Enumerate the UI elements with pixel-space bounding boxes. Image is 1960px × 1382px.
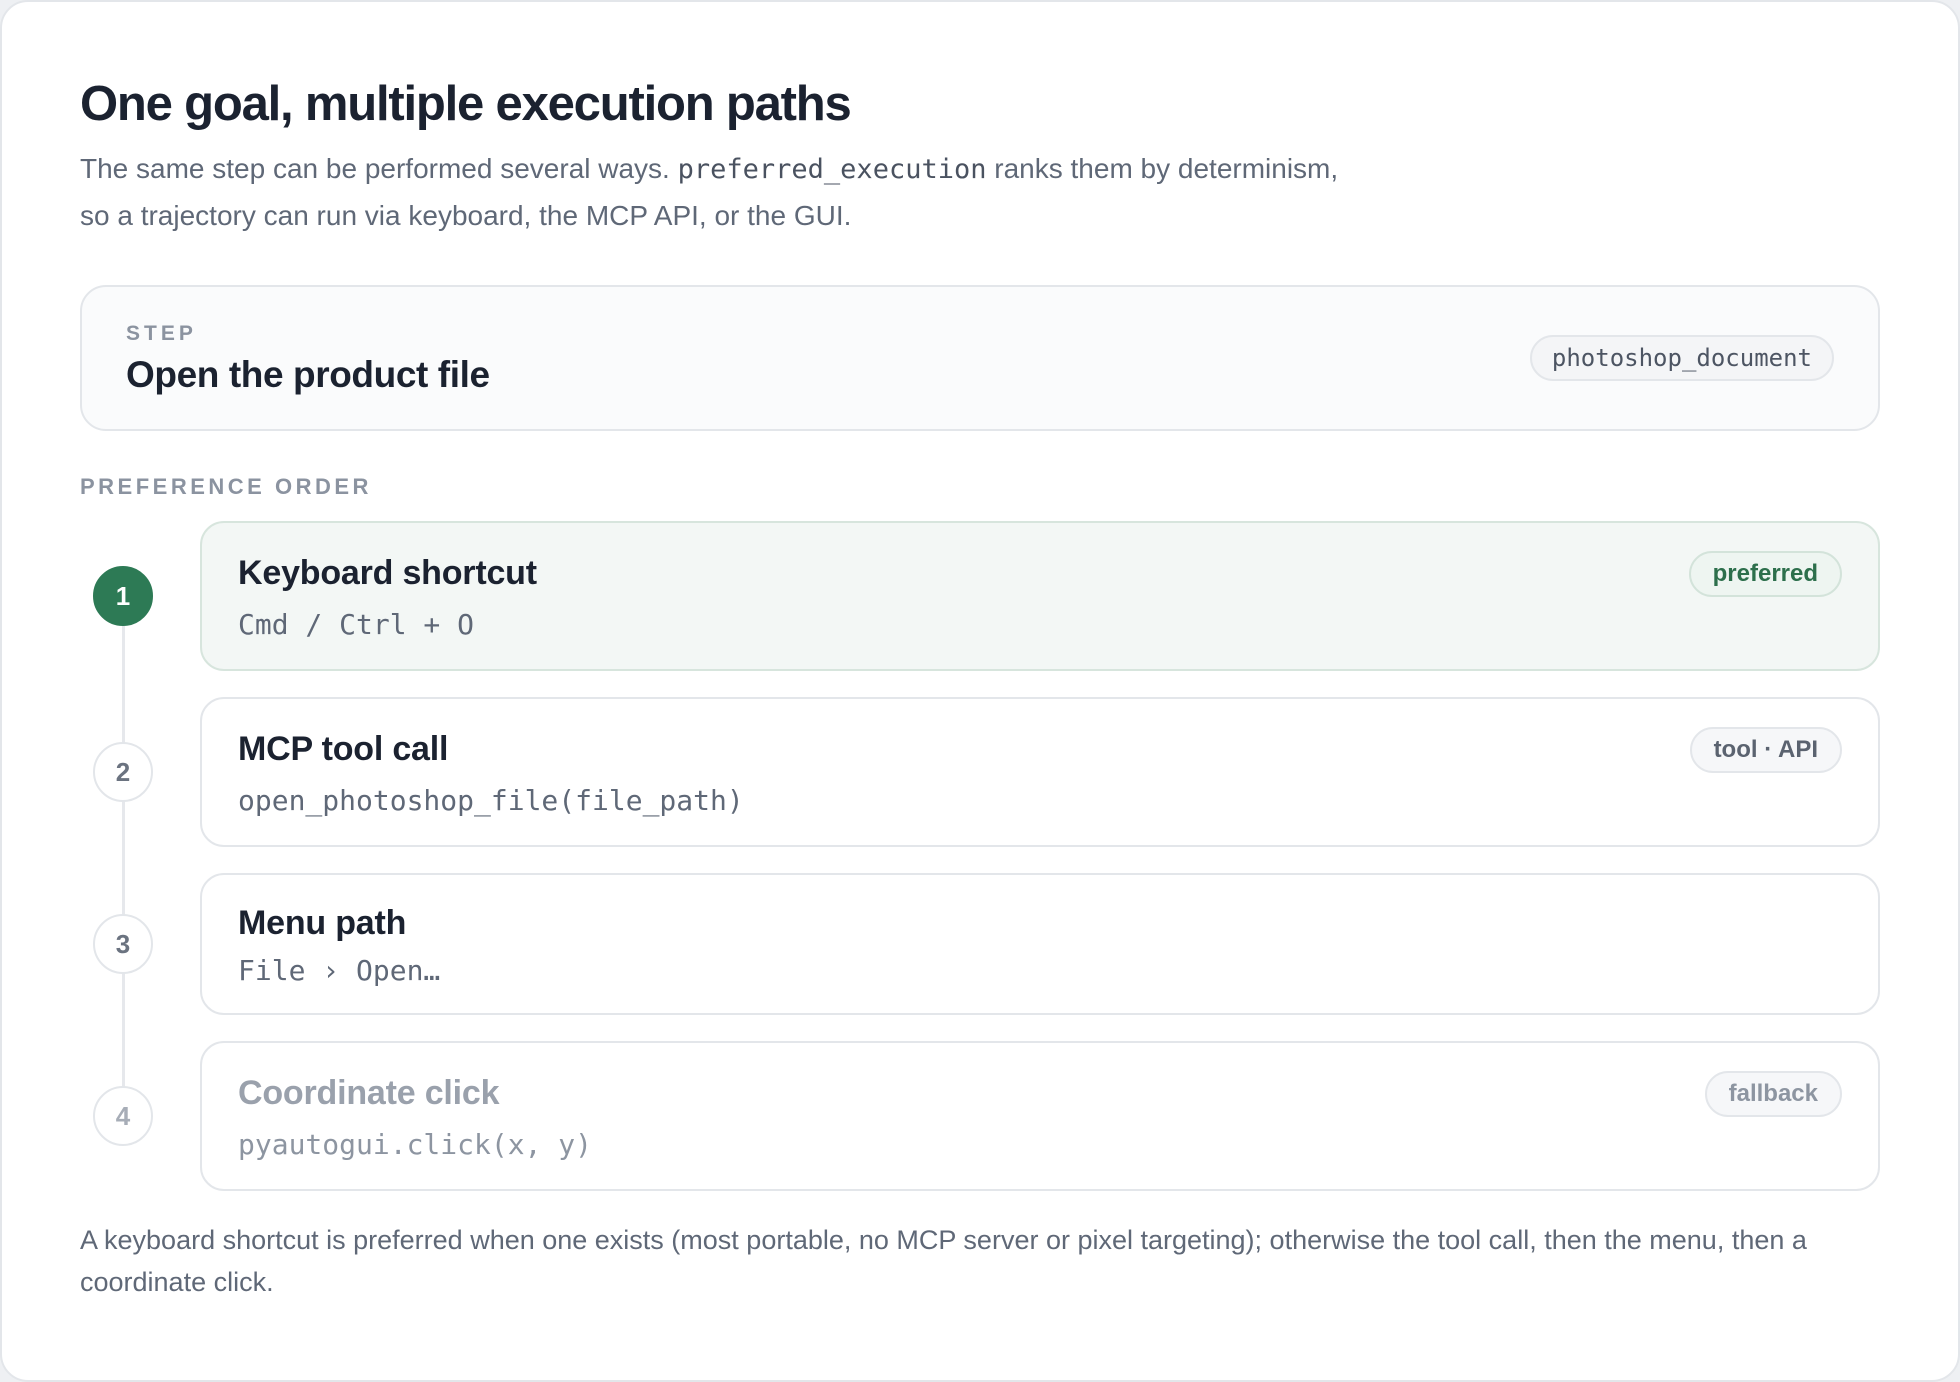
option-card: Menu path File › Open… [200,873,1880,1015]
option-number-badge: 1 [93,566,153,626]
tool-api-badge: tool · API [1689,727,1842,773]
preferred-badge: preferred [1688,551,1842,597]
option-card: Keyboard shortcut Cmd / Ctrl + O preferr… [200,521,1880,671]
option-title: Coordinate click [238,1074,500,1112]
subtitle-line-2: so a trajectory can run via keyboard, th… [80,200,852,231]
preference-list: 1 Keyboard shortcut Cmd / Ctrl + O prefe… [80,521,1880,1191]
option-coordinate-click: 4 Coordinate click pyautogui.click(x, y)… [80,1041,1880,1191]
option-title: Keyboard shortcut [238,554,537,592]
subtitle-text: The same step can be performed several w… [80,153,670,184]
preference-order-label: PREFERENCE ORDER [80,474,372,499]
option-number-badge: 3 [93,914,153,974]
option-number-badge: 2 [93,742,153,802]
option-card: Coordinate click pyautogui.click(x, y) f… [200,1041,1880,1191]
step-tag: photoshop_document [1529,335,1834,381]
option-number-badge: 4 [93,1086,153,1146]
option-menu-path: 3 Menu path File › Open… [80,873,1880,1015]
option-title: Menu path [238,904,407,942]
footer-note: A keyboard shortcut is preferred when on… [80,1225,1807,1297]
diagram-card: One goal, multiple execution paths The s… [0,0,1960,1382]
option-title: MCP tool call [238,730,449,768]
option-mcp-tool-call: 2 MCP tool call open_photoshop_file(file… [80,697,1880,847]
subtitle-text-after: ranks them by determinism, [994,153,1339,184]
subtitle-code: preferred_execution [677,154,987,185]
option-detail: pyautogui.click(x, y) [238,1128,593,1161]
option-keyboard-shortcut: 1 Keyboard shortcut Cmd / Ctrl + O prefe… [80,521,1880,671]
option-detail: open_photoshop_file(file_path) [238,784,744,817]
page-subtitle: The same step can be performed several w… [80,146,1530,239]
step-box: STEP Open the product file photoshop_doc… [80,285,1880,431]
option-detail: File › Open… [238,954,441,987]
option-detail: Cmd / Ctrl + O [238,608,475,641]
page-title: One goal, multiple execution paths [80,77,852,131]
fallback-badge: fallback [1704,1071,1842,1117]
option-card: MCP tool call open_photoshop_file(file_p… [200,697,1880,847]
